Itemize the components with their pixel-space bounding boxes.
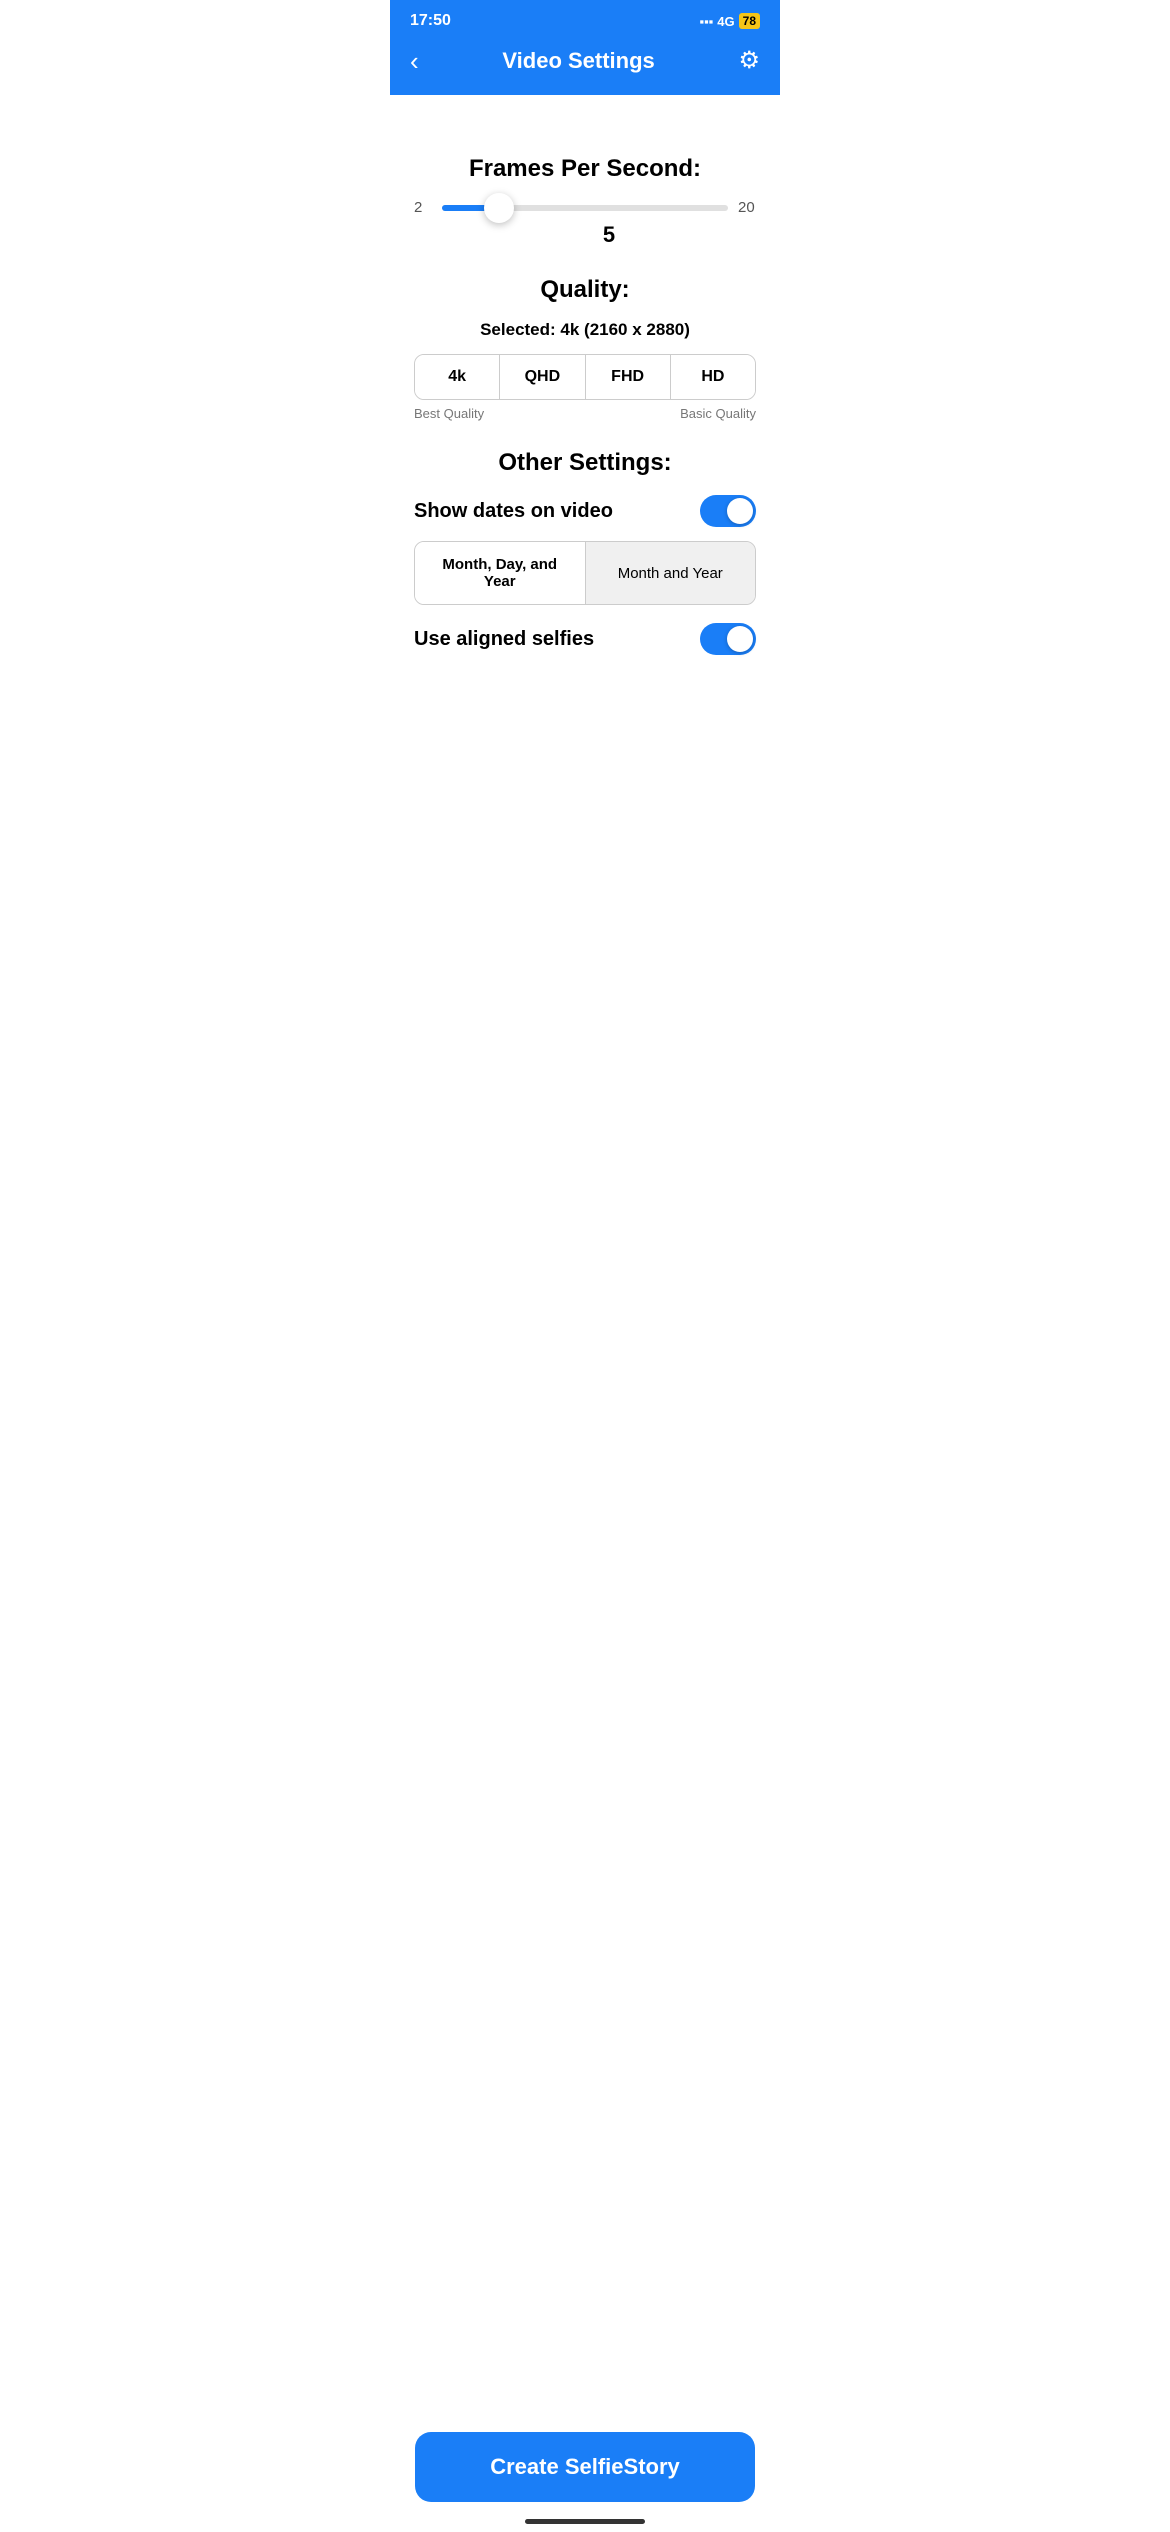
quality-title: Quality: (414, 276, 756, 304)
aligned-selfies-label: Use aligned selfies (414, 628, 594, 651)
show-dates-knob (727, 498, 753, 524)
quality-section: Quality: Selected: 4k (2160 x 2880) 4k Q… (414, 276, 756, 421)
app-header: ‹ Video Settings ⚙ (390, 38, 780, 95)
status-bar: 17:50 ▪▪▪ 4G 78 (390, 0, 780, 38)
quality-btn-4k[interactable]: 4k (415, 355, 500, 399)
page-title: Video Settings (419, 48, 739, 74)
back-button[interactable]: ‹ (410, 48, 419, 74)
slider-max-label: 20 (738, 199, 756, 216)
show-dates-label: Show dates on video (414, 500, 613, 523)
fps-title: Frames Per Second: (414, 155, 756, 183)
create-selfiestory-button[interactable]: Create SelfieStory (415, 2432, 755, 2502)
slider-min-label: 2 (414, 199, 432, 216)
quality-btn-hd[interactable]: HD (671, 355, 755, 399)
status-icons: ▪▪▪ 4G 78 (699, 13, 760, 29)
fps-value: 5 (462, 222, 756, 248)
date-format-btn-short[interactable]: Month and Year (586, 542, 756, 604)
show-dates-toggle[interactable] (700, 495, 756, 527)
aligned-selfies-toggle[interactable] (700, 623, 756, 655)
slider-track[interactable] (442, 205, 728, 211)
settings-gear-button[interactable]: ⚙ (738, 46, 760, 75)
best-quality-label: Best Quality (414, 406, 484, 421)
date-format-group: Month, Day, and Year Month and Year (414, 541, 756, 605)
signal-icon: ▪▪▪ (699, 14, 713, 29)
top-spacer (390, 95, 780, 125)
quality-btn-qhd[interactable]: QHD (500, 355, 585, 399)
other-settings-title: Other Settings: (414, 449, 756, 477)
quality-btn-fhd[interactable]: FHD (586, 355, 671, 399)
quality-labels: Best Quality Basic Quality (414, 406, 756, 421)
network-type: 4G (717, 14, 734, 29)
basic-quality-label: Basic Quality (680, 406, 756, 421)
main-content: Frames Per Second: 2 20 5 Quality: Selec… (390, 125, 780, 783)
home-indicator (525, 2519, 645, 2524)
date-format-btn-full[interactable]: Month, Day, and Year (415, 542, 586, 604)
aligned-selfies-knob (727, 626, 753, 652)
fps-section: Frames Per Second: 2 20 5 (414, 155, 756, 248)
create-button-wrapper: Create SelfieStory (415, 2432, 755, 2502)
status-time: 17:50 (410, 12, 451, 30)
fps-slider-container: 2 20 (414, 199, 756, 216)
quality-button-group: 4k QHD FHD HD (414, 354, 756, 400)
slider-thumb[interactable] (484, 193, 514, 223)
other-settings-section: Other Settings: Show dates on video Mont… (414, 449, 756, 655)
battery-indicator: 78 (739, 13, 760, 29)
aligned-selfies-row: Use aligned selfies (414, 623, 756, 655)
show-dates-row: Show dates on video (414, 495, 756, 527)
quality-selected: Selected: 4k (2160 x 2880) (414, 320, 756, 340)
